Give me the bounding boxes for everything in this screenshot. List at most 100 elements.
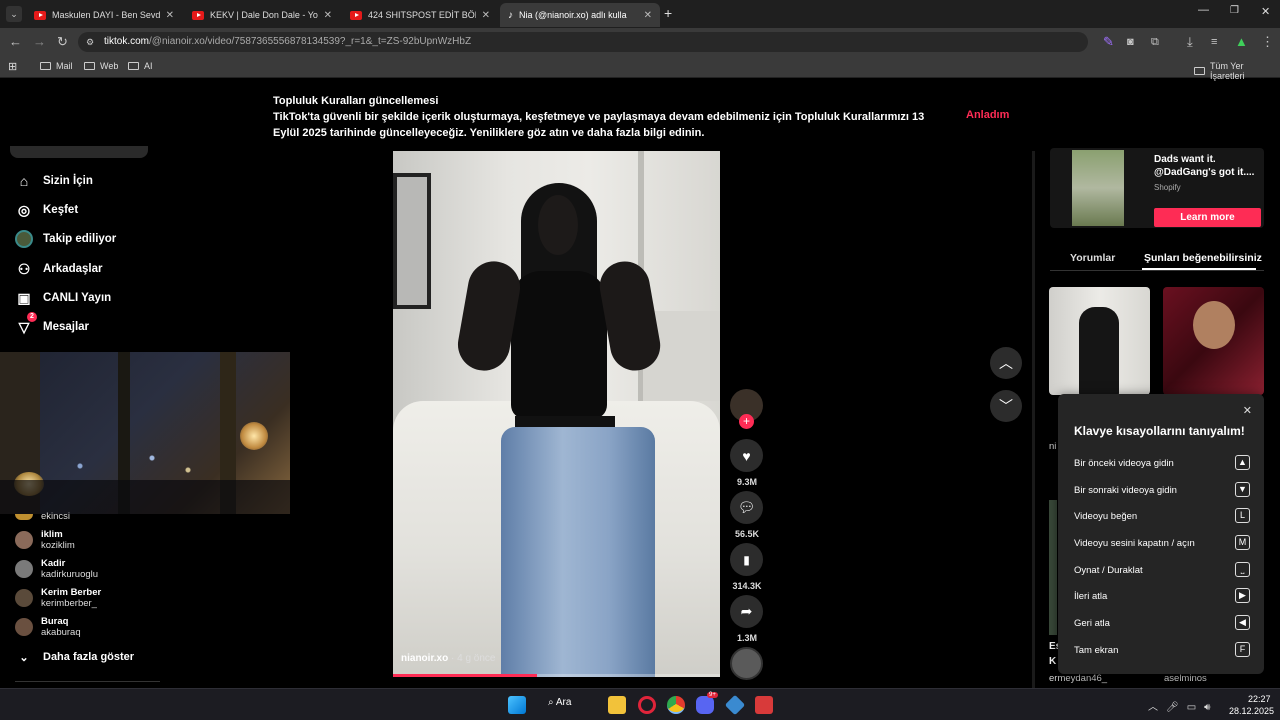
video-caption-author[interactable]: nianoir.xo · 4 g önce bbox=[401, 653, 496, 664]
key-left-icon: ◀ bbox=[1235, 615, 1250, 630]
all-bookmarks[interactable]: Tüm Yer İşaretleri bbox=[1194, 61, 1280, 81]
video-author[interactable]: nianoir.xo bbox=[401, 653, 448, 664]
messages-badge: 2 bbox=[27, 312, 37, 322]
tab-search-icon[interactable]: ⌄ bbox=[6, 6, 22, 22]
banner-dismiss-button[interactable]: Anladım bbox=[966, 109, 1009, 121]
follow-plus-icon[interactable]: + bbox=[739, 414, 754, 429]
site-info-icon[interactable]: ⚙ bbox=[86, 32, 94, 52]
download-icon[interactable]: ⤓ bbox=[1187, 34, 1193, 50]
folder-icon bbox=[84, 62, 95, 70]
tab-comments[interactable]: Yorumlar bbox=[1070, 252, 1115, 264]
discord-badge: 9+ bbox=[707, 692, 718, 698]
suggested-title[interactable]: K bbox=[1049, 656, 1056, 667]
ad-learn-more-button[interactable]: Learn more bbox=[1154, 208, 1261, 227]
suggested-author[interactable]: aselminos bbox=[1164, 673, 1207, 684]
minimize-icon[interactable]: — bbox=[1198, 4, 1209, 16]
like-button[interactable]: ♥ bbox=[730, 439, 763, 472]
system-tray[interactable]: ︿🎤︎▭🔊︎ bbox=[1148, 698, 1218, 713]
clock-date[interactable]: 28.12.2025 bbox=[1229, 706, 1274, 716]
tab-you-may-like[interactable]: Şunları beğenebilirsiniz bbox=[1144, 252, 1262, 264]
tab-maskulen[interactable]: Maskulen DAYI - Ben Sevdalı Sı ✕ bbox=[26, 3, 182, 27]
apps-icon[interactable]: ⊞ bbox=[8, 60, 17, 73]
bookmark-web[interactable]: Web bbox=[84, 61, 118, 71]
key-down-icon: ▼ bbox=[1235, 482, 1250, 497]
bookmark-label: Tüm Yer İşaretleri bbox=[1209, 61, 1245, 81]
previous-video-button[interactable]: ︿ bbox=[990, 347, 1022, 379]
avatar bbox=[15, 513, 33, 520]
nav-explore[interactable]: ◎ Keşfet bbox=[15, 201, 78, 219]
sponsored-ad[interactable]: Dads want it. @DadGang's got it.... Shop… bbox=[1050, 148, 1264, 228]
suggested-author[interactable]: ermeydan46_ bbox=[1049, 673, 1107, 684]
like-count: 9.3M bbox=[736, 477, 757, 487]
tab-tiktok[interactable]: ♪ Nia (@nianoir.xo) adlı kulla ✕ bbox=[500, 3, 660, 27]
show-more-label: Daha fazla göster bbox=[43, 651, 135, 663]
taskbar-search[interactable]: ⌕ Ara bbox=[548, 697, 571, 708]
close-window-icon[interactable]: ✕ bbox=[1261, 5, 1270, 18]
key-right-icon: ▶ bbox=[1235, 588, 1250, 603]
tab-kekv[interactable]: KEKV | Dale Don Dale - YouTub ✕ bbox=[184, 3, 340, 27]
comment-count: 56.5K bbox=[734, 529, 760, 539]
shortcut-like: Videoyu beğen L bbox=[1074, 508, 1250, 523]
nav-messages[interactable]: ▽ 2 Mesajlar bbox=[15, 312, 89, 336]
folder-icon bbox=[40, 62, 51, 70]
share-button[interactable]: ➦ bbox=[730, 595, 763, 628]
close-tab-icon[interactable]: ✕ bbox=[166, 10, 174, 21]
close-tab-icon[interactable]: ✕ bbox=[324, 10, 332, 21]
media-control-icon[interactable]: ≡ bbox=[1211, 34, 1217, 50]
close-tab-icon[interactable]: ✕ bbox=[482, 10, 490, 21]
opera-icon[interactable] bbox=[638, 696, 656, 714]
comment-icon: 💬︎ bbox=[737, 499, 756, 515]
bookmark-mail[interactable]: Mail bbox=[40, 61, 73, 71]
close-tab-icon[interactable]: ✕ bbox=[644, 10, 652, 21]
account-item[interactable]: Kerim Berber kerimberber_ bbox=[15, 587, 101, 609]
person-head bbox=[538, 195, 578, 255]
right-column-scrollbar[interactable] bbox=[1032, 151, 1035, 688]
nav-following[interactable]: Takip ediliyor bbox=[15, 230, 116, 248]
windows-start-icon[interactable] bbox=[508, 696, 526, 714]
search-label: Ara bbox=[555, 697, 572, 708]
camera-icon[interactable]: ◙ bbox=[1127, 34, 1134, 50]
restore-icon[interactable]: ❐ bbox=[1230, 5, 1239, 16]
discord-icon[interactable] bbox=[696, 696, 714, 714]
clock-time[interactable]: 22:27 bbox=[1248, 694, 1271, 704]
nav-for-you[interactable]: ⌂ Sizin İçin bbox=[15, 172, 93, 190]
account-partial[interactable]: ekincsi bbox=[15, 511, 70, 522]
live-tv-icon: ▣ bbox=[17, 289, 31, 306]
next-video-button[interactable]: ﹀ bbox=[990, 390, 1022, 422]
forward-icon[interactable]: → bbox=[33, 34, 46, 50]
account-handle: ekincsi bbox=[41, 511, 71, 522]
profile-icon[interactable]: ▲ bbox=[1235, 34, 1248, 50]
menu-icon[interactable]: ⋮ bbox=[1261, 34, 1274, 50]
show-more-button[interactable]: ⌄ Daha fazla göster bbox=[15, 648, 134, 666]
close-icon[interactable]: ✕ bbox=[1243, 404, 1252, 417]
app-icon[interactable] bbox=[755, 696, 773, 714]
nav-live[interactable]: ▣ CANLI Yayın bbox=[15, 289, 111, 307]
reload-icon[interactable]: ↻ bbox=[57, 34, 68, 50]
picture-in-picture-video[interactable] bbox=[0, 352, 290, 514]
video-progress-track[interactable] bbox=[393, 674, 720, 677]
account-item[interactable]: iklim koziklim bbox=[15, 529, 75, 551]
extensions-icon[interactable]: ⧉ bbox=[1151, 34, 1159, 50]
bookmark-ai[interactable]: AI bbox=[128, 61, 153, 71]
search-box-edge[interactable] bbox=[10, 146, 148, 158]
extension-purple-icon[interactable]: ✎ bbox=[1103, 34, 1114, 50]
account-item[interactable]: Kadir kadirkuruoglu bbox=[15, 558, 98, 580]
video-player[interactable]: nianoir.xo · 4 g önce bbox=[393, 151, 720, 677]
suggested-video-thumb[interactable] bbox=[1163, 287, 1264, 395]
music-disc[interactable] bbox=[730, 647, 763, 680]
new-tab-icon[interactable]: + bbox=[664, 5, 672, 21]
suggested-author[interactable]: ni bbox=[1049, 441, 1056, 452]
suggested-video-thumb[interactable] bbox=[1049, 287, 1150, 395]
nav-friends[interactable]: ⚇ Arkadaşlar bbox=[15, 260, 103, 278]
account-item[interactable]: Buraq akaburaq bbox=[15, 616, 81, 638]
key-up-icon: ▲ bbox=[1235, 455, 1250, 470]
comment-button[interactable]: 💬︎ bbox=[730, 491, 763, 524]
save-button[interactable]: ▮ bbox=[730, 543, 763, 576]
tab-shitspost[interactable]: 424 SHITSPOST EDİT BÖLÜM:1 ✕ bbox=[342, 3, 498, 27]
file-explorer-icon[interactable] bbox=[608, 696, 626, 714]
address-bar[interactable]: ⚙ tiktok.com/@nianoir.xo/video/758736555… bbox=[78, 32, 1088, 52]
suggested-video-thumb[interactable] bbox=[1049, 500, 1057, 635]
chrome-icon[interactable] bbox=[667, 696, 685, 714]
app-icon[interactable] bbox=[724, 694, 746, 716]
back-icon[interactable]: ← bbox=[9, 34, 22, 50]
